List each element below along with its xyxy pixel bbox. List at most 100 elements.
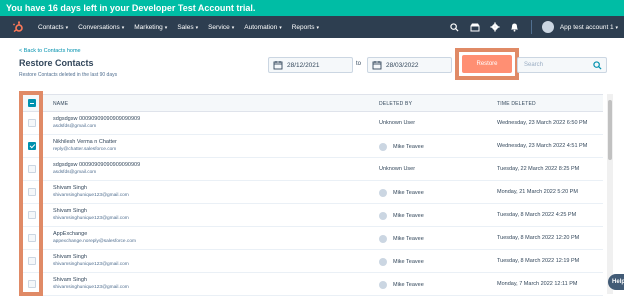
- select-all-checkbox[interactable]: [28, 99, 36, 107]
- contact-email: shivamsinghunique123@gmail.com: [53, 285, 129, 290]
- deleted-by-name: Mike Teavee: [393, 282, 424, 288]
- contact-name: Shivam Singh: [53, 277, 87, 283]
- date-range-to-label: to: [356, 61, 362, 67]
- time-deleted-cell: Tuesday, 8 March 2022 4:25 PM: [497, 212, 577, 218]
- table-row[interactable]: AppExchange appexchange.noreply@salesforc…: [19, 227, 603, 250]
- nav-conversations[interactable]: Conversations ▾: [78, 24, 124, 31]
- page-title: Restore Contacts: [19, 58, 94, 68]
- time-deleted-cell: Wednesday, 23 March 2022 6:50 PM: [497, 120, 588, 126]
- time-deleted-cell: Tuesday, 8 March 2022 12:19 PM: [497, 258, 580, 264]
- time-deleted-cell: Tuesday, 22 March 2022 8:25 PM: [497, 166, 580, 172]
- table-row[interactable]: Nikhilesh Verma n Chatter reply@chatter.s…: [19, 135, 603, 158]
- to-date-picker[interactable]: 28/03/2022: [367, 57, 452, 73]
- contact-email: shivamsinghunique123@gmail.com: [53, 193, 129, 198]
- restore-button[interactable]: Restore: [462, 55, 512, 73]
- table-row[interactable]: sdgsdgsw 00090909090909090909 asdsfds@gma…: [19, 158, 603, 181]
- table-header: NAME DELETED BY TIME DELETED: [19, 94, 603, 112]
- table-row[interactable]: Shivam Singh shivamsinghunique123@gmail.c…: [19, 181, 603, 204]
- hubspot-logo-icon[interactable]: [8, 16, 28, 38]
- nav-sales[interactable]: Sales ▾: [177, 24, 198, 31]
- deleted-by-cell: Unknown User: [379, 166, 415, 172]
- header-name[interactable]: NAME: [53, 101, 68, 107]
- user-avatar[interactable]: [541, 21, 554, 33]
- account-menu[interactable]: App test account 1 ▾: [560, 24, 618, 31]
- time-deleted-cell: Wednesday, 23 March 2022 4:51 PM: [497, 143, 588, 149]
- nav-contacts[interactable]: Contacts ▾: [38, 24, 68, 31]
- contact-email: asdsfds@gmail.com: [53, 124, 97, 129]
- restore-highlight: Restore: [455, 48, 519, 80]
- from-date-picker[interactable]: 28/12/2021: [268, 57, 353, 73]
- search-input[interactable]: Search: [517, 57, 607, 73]
- search-icon[interactable]: [449, 21, 461, 33]
- table-row[interactable]: sdgsdgsw 00090909090909090909 asdsfds@gma…: [19, 112, 603, 135]
- table-scrollbar[interactable]: [607, 94, 613, 294]
- contact-email: asdsfds@gmail.com: [53, 170, 97, 175]
- nav-service[interactable]: Service ▾: [208, 24, 234, 31]
- contact-name-cell: Shivam Singh shivamsinghunique123@gmail.c…: [53, 208, 129, 222]
- deleted-by-name: Mike Teavee: [393, 190, 424, 196]
- table-row[interactable]: Shivam Singh shivamsinghunique123@gmail.c…: [19, 250, 603, 273]
- user-avatar-icon: [379, 281, 387, 289]
- nav-marketing[interactable]: Marketing ▾: [134, 24, 167, 31]
- page-subtitle: Restore Contacts deleted in the last 90 …: [19, 72, 118, 78]
- contact-name: Shivam Singh: [53, 185, 87, 191]
- contact-name-cell: Shivam Singh shivamsinghunique123@gmail.c…: [53, 254, 129, 268]
- row-checkbox[interactable]: [28, 234, 36, 242]
- table-row[interactable]: Shivam Singh shivamsinghunique123@gmail.c…: [19, 273, 603, 296]
- time-deleted-cell: Monday, 7 March 2022 12:11 PM: [497, 281, 578, 287]
- scrollbar-thumb[interactable]: [608, 100, 612, 160]
- header-deleted-by[interactable]: DELETED BY: [379, 101, 412, 107]
- row-checkbox[interactable]: [28, 280, 36, 288]
- row-checkbox[interactable]: [28, 188, 36, 196]
- nav-divider: [530, 20, 532, 34]
- contact-name: sdgsdgsw 00090909090909090909: [53, 162, 141, 168]
- deleted-by-name: Mike Teavee: [393, 236, 424, 242]
- contact-email: appexchange.noreply@salesforce.com: [53, 239, 136, 244]
- contact-email: shivamsinghunique123@gmail.com: [53, 262, 129, 267]
- deleted-by-name: Mike Teavee: [393, 259, 424, 265]
- user-avatar-icon: [379, 258, 387, 266]
- back-to-contacts-link[interactable]: < Back to Contacts home: [19, 48, 81, 54]
- contact-name: sdgsdgsw 00090909090909090909: [53, 116, 141, 122]
- row-checkbox[interactable]: [28, 119, 36, 127]
- table-row[interactable]: Shivam Singh shivamsinghunique123@gmail.c…: [19, 204, 603, 227]
- contact-name: AppExchange: [53, 231, 88, 237]
- deleted-by-cell: Mike Teavee: [379, 281, 424, 289]
- user-avatar-icon: [379, 143, 387, 151]
- deleted-by-name: Mike Teavee: [393, 144, 424, 150]
- gear-icon[interactable]: [489, 21, 501, 33]
- table-body: sdgsdgsw 00090909090909090909 asdsfds@gma…: [19, 112, 603, 296]
- nav-reports[interactable]: Reports ▾: [292, 24, 319, 31]
- contact-name: Shivam Singh: [53, 208, 87, 214]
- user-avatar-icon: [379, 235, 387, 243]
- contact-name-cell: Shivam Singh shivamsinghunique123@gmail.c…: [53, 277, 129, 291]
- row-checkbox[interactable]: [28, 257, 36, 265]
- contact-email: reply@chatter.salesforce.com: [53, 147, 117, 152]
- row-checkbox[interactable]: [28, 142, 36, 150]
- deleted-by-cell: Mike Teavee: [379, 235, 424, 243]
- user-avatar-icon: [379, 212, 387, 220]
- search-icon[interactable]: [593, 61, 602, 70]
- contact-name: Nikhilesh Verma n Chatter: [53, 139, 117, 145]
- contact-email: shivamsinghunique123@gmail.com: [53, 216, 129, 221]
- header-time-deleted[interactable]: TIME DELETED: [497, 101, 536, 107]
- from-date-value: 28/12/2021: [287, 61, 320, 69]
- deleted-by-name: Mike Teavee: [393, 213, 424, 219]
- user-avatar-icon: [379, 189, 387, 197]
- row-checkbox[interactable]: [28, 211, 36, 219]
- bell-icon[interactable]: [509, 21, 521, 33]
- top-navigation: Contacts ▾ Conversations ▾ Marketing ▾ Sale…: [0, 16, 624, 38]
- deleted-by-cell: Mike Teavee: [379, 189, 424, 197]
- calendar-icon: [372, 61, 382, 70]
- help-button[interactable]: Help: [608, 274, 624, 290]
- contacts-table: NAME DELETED BY TIME DELETED sdgsdgsw 00…: [19, 94, 603, 296]
- marketplace-icon[interactable]: [469, 21, 481, 33]
- time-deleted-cell: Monday, 21 March 2022 5:20 PM: [497, 189, 578, 195]
- calendar-icon: [273, 61, 283, 70]
- nav-automation[interactable]: Automation ▾: [244, 24, 281, 31]
- contact-name-cell: sdgsdgsw 00090909090909090909 asdsfds@gma…: [53, 162, 140, 176]
- contact-name-cell: Nikhilesh Verma n Chatter reply@chatter.s…: [53, 139, 117, 153]
- row-checkbox[interactable]: [28, 165, 36, 173]
- contact-name-cell: AppExchange appexchange.noreply@salesforc…: [53, 231, 136, 245]
- to-date-value: 28/03/2022: [386, 61, 419, 69]
